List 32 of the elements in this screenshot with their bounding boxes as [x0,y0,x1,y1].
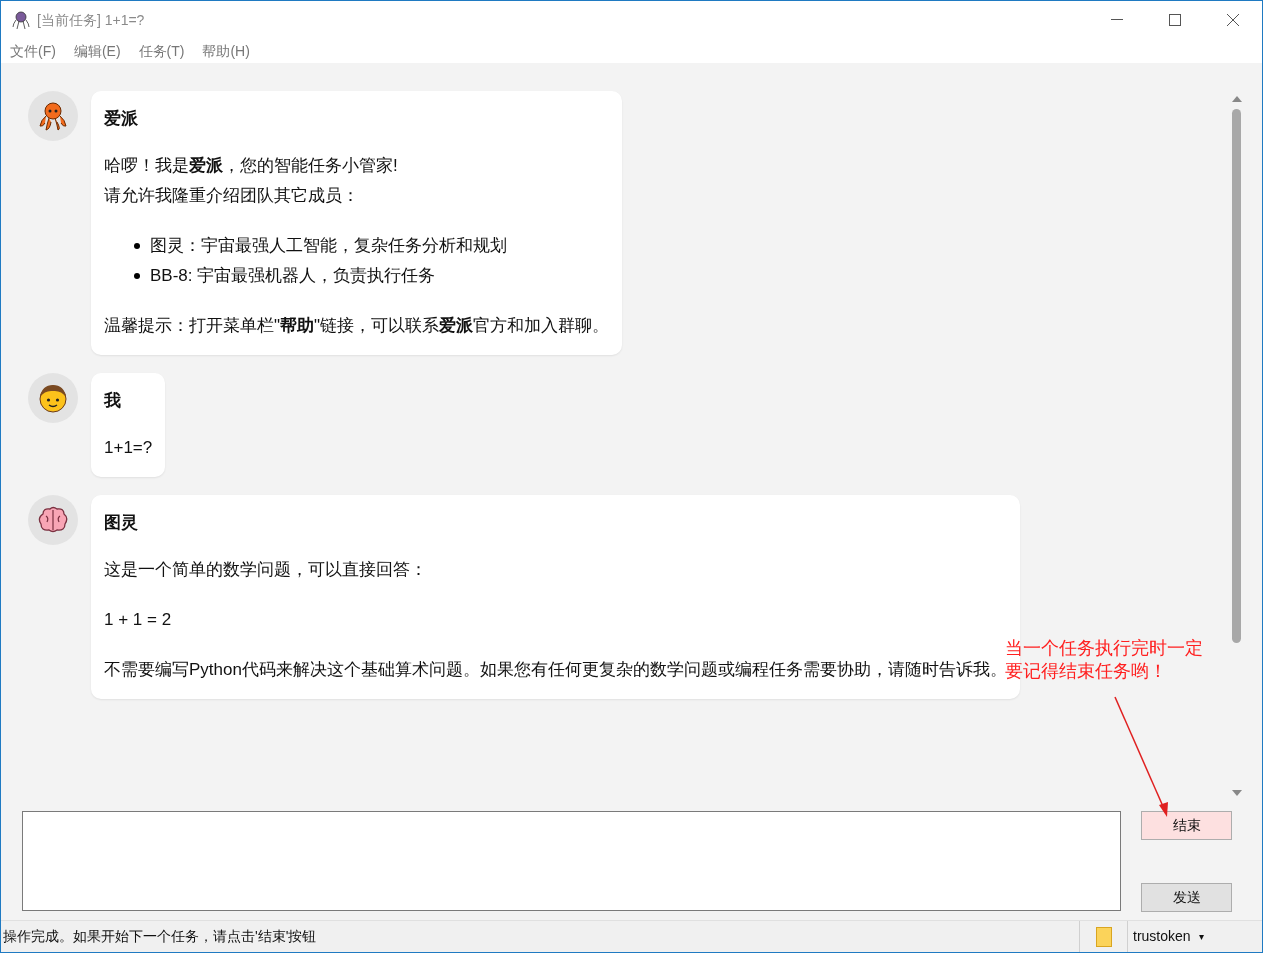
message-paragraph: 这是一个简单的数学问题，可以直接回答： [104,559,428,581]
send-button[interactable]: 发送 [1141,883,1232,912]
window-title: [当前任务] 1+1=? [37,10,145,30]
sender-name: 爱派 [104,108,139,130]
scroll-up-icon [1231,95,1242,103]
scroll-down-icon [1231,789,1242,797]
close-icon [1227,14,1239,26]
menu-item[interactable]: 文件(F) [10,40,56,62]
sender-name: 图灵 [104,512,139,534]
octopus-icon [37,100,69,132]
end-button[interactable]: 结束 [1141,811,1232,840]
boy-face-icon [37,382,69,414]
account-dropdown[interactable]: trustoken ▾ [1127,921,1237,952]
menu-item[interactable]: 任务(T) [138,40,185,62]
maximize-icon [1169,14,1181,26]
message-paragraph: 1 + 1 = 2 [104,609,173,631]
list-item: BB-8: 宇宙最强机器人，负责执行任务 [134,261,610,291]
brain-icon [37,506,69,534]
octopus-icon [11,10,31,30]
note-icon [1095,926,1112,947]
message-paragraph: 1+1=? [104,437,153,459]
sender-name: 我 [104,390,122,412]
message-paragraph: 温馨提示：打开菜单栏"帮助"链接，可以联系爱派官方和加入群聊。 [104,315,610,337]
scrollbar-thumb[interactable] [1232,109,1241,643]
minimize-icon [1111,19,1123,21]
status-message: 操作完成。如果开始下一个任务，请点击'结束'按钮 [3,927,317,946]
message-paragraph: 哈啰！我是爱派，您的智能任务小管家! 请允许我隆重介绍团队其它成员： [104,155,399,207]
annotation-text: 当一个任务执行完时一定要记得结束任务哟！ [1005,637,1204,683]
message-input[interactable] [22,811,1121,911]
menu-item[interactable]: 帮助(H) [202,40,250,62]
menu-item[interactable]: 编辑(E) [73,40,121,62]
list-item: 图灵：宇宙最强人工智能，复杂任务分析和规划 [134,231,610,261]
